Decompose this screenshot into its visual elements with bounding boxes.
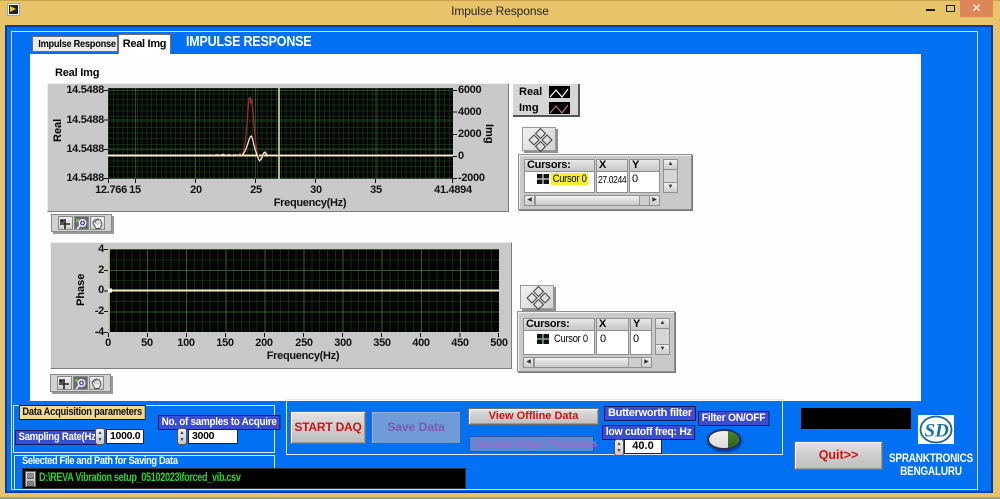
svg-text:SD: SD [925, 421, 950, 442]
